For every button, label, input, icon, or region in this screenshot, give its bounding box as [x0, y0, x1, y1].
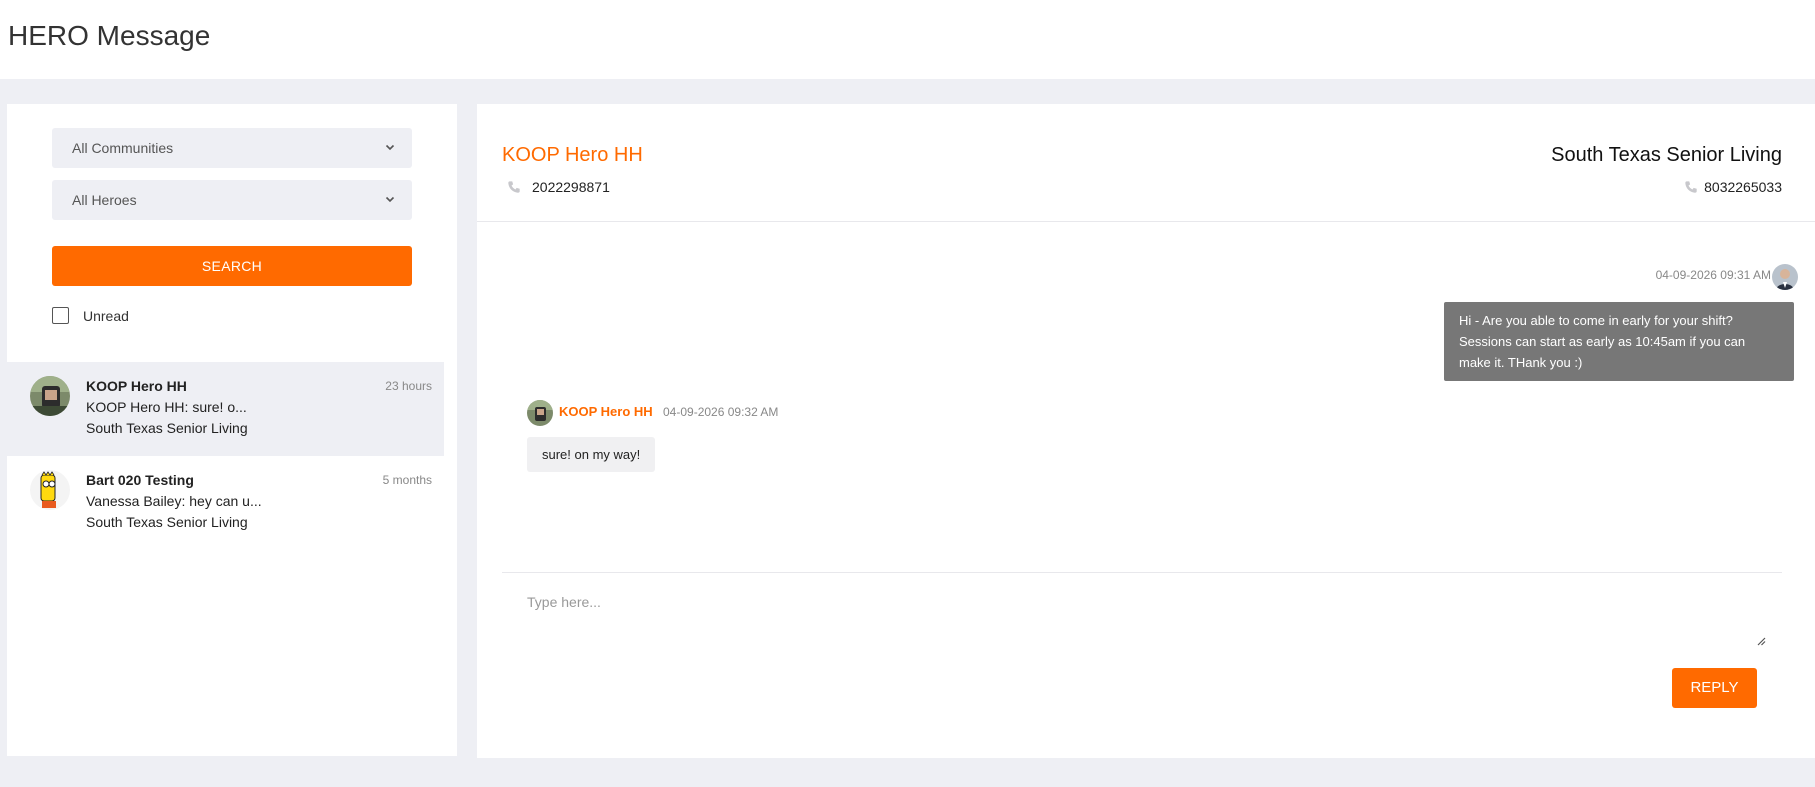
message-timestamp: 04-09-2026 09:31 AM: [1655, 268, 1771, 282]
chevron-down-icon: [385, 196, 395, 203]
conversation-list-panel: All Communities All Heroes SEARCH Unread…: [7, 104, 457, 756]
conversation-item[interactable]: KOOP Hero HH 23 hours KOOP Hero HH: sure…: [7, 362, 444, 456]
search-button[interactable]: SEARCH: [52, 246, 412, 286]
unread-label: Unread: [83, 308, 129, 324]
chevron-down-icon: [385, 144, 395, 151]
conversation-item[interactable]: Bart 020 Testing 5 months Vanessa Bailey…: [7, 456, 444, 550]
divider: [502, 572, 1782, 573]
reply-button[interactable]: REPLY: [1672, 668, 1757, 708]
unread-checkbox[interactable]: [52, 307, 69, 324]
hero-select[interactable]: All Heroes: [52, 180, 412, 220]
conversation-name: Bart 020 Testing: [86, 472, 194, 488]
conversation-preview: Vanessa Bailey: hey can u...: [86, 493, 262, 509]
avatar: [1772, 264, 1798, 290]
avatar: [30, 376, 70, 416]
message-timestamp: 04-09-2026 09:32 AM: [663, 405, 779, 419]
hero-select-value: All Heroes: [72, 192, 137, 208]
page-title: HERO Message: [8, 20, 211, 51]
conversation-preview: KOOP Hero HH: sure! o...: [86, 399, 247, 415]
resize-handle-icon[interactable]: [1756, 636, 1766, 646]
phone-icon: [508, 181, 520, 193]
message-input[interactable]: [527, 594, 1760, 644]
avatar: [30, 470, 70, 510]
phone-icon: [1685, 181, 1697, 193]
conversation-time: 5 months: [382, 473, 432, 487]
incoming-message: sure! on my way!: [527, 437, 656, 472]
community-select[interactable]: All Communities: [52, 128, 412, 168]
chat-header: KOOP Hero HH 2022298871 South Texas Seni…: [477, 104, 1815, 222]
outgoing-message: Hi - Are you able to come in early for y…: [1444, 302, 1794, 381]
conversation-community: South Texas Senior Living: [86, 514, 248, 530]
community-select-value: All Communities: [72, 140, 174, 156]
hero-phone: 2022298871: [507, 179, 610, 195]
hero-phone-number: 2022298871: [532, 179, 610, 195]
top-bar: HERO Message: [0, 0, 1815, 79]
message-sender: KOOP Hero HH: [559, 404, 653, 419]
conversation-community: South Texas Senior Living: [86, 420, 248, 436]
community-phone-number: 8032265033: [1704, 179, 1782, 195]
hero-name: KOOP Hero HH: [502, 144, 643, 166]
conversation-time: 23 hours: [385, 379, 432, 393]
chat-panel: KOOP Hero HH 2022298871 South Texas Seni…: [477, 104, 1815, 758]
avatar: [527, 400, 553, 426]
conversation-name: KOOP Hero HH: [86, 378, 187, 394]
community-phone: 8032265033: [1684, 179, 1782, 195]
community-name: South Texas Senior Living: [1551, 144, 1782, 166]
